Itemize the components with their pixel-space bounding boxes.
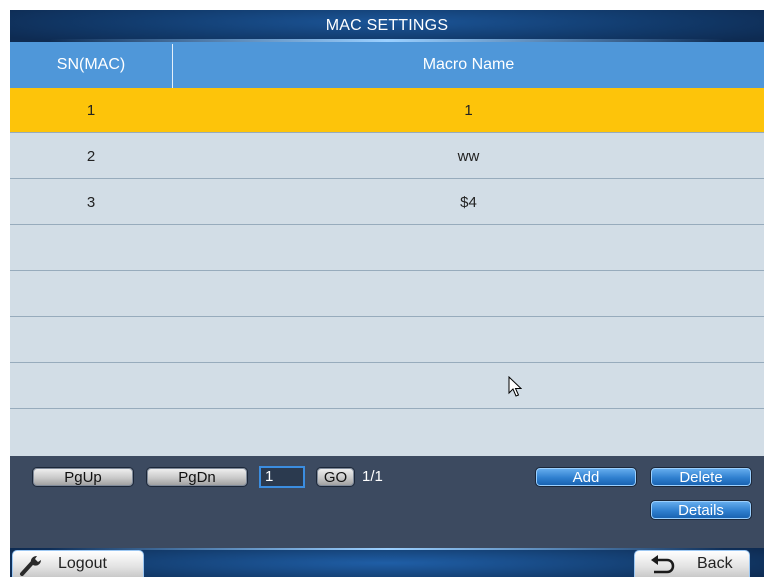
column-header-sn: SN(MAC): [56, 56, 126, 73]
go-button[interactable]: GO: [316, 467, 355, 487]
cell-macro-name: $4: [460, 193, 477, 211]
table-row[interactable]: [10, 318, 764, 363]
page-up-button[interactable]: PgUp: [32, 467, 134, 487]
cell-sn: 3: [86, 193, 96, 211]
cell-sn: [10, 272, 172, 316]
cell-macro-name: [173, 272, 764, 316]
page-indicator: 1/1: [362, 468, 383, 485]
table-row[interactable]: [10, 272, 764, 317]
cell-macro-name: [173, 226, 764, 270]
cell-sn: [10, 364, 172, 408]
cell-sn: [10, 226, 172, 270]
title-bar: MAC SETTINGS: [10, 10, 764, 42]
column-header-macro-name: Macro Name: [422, 56, 515, 73]
table-row[interactable]: 2 ww: [10, 134, 764, 179]
footer-bar: Logout Back: [10, 548, 764, 577]
back-button[interactable]: Back: [634, 550, 750, 577]
table-row[interactable]: [10, 410, 764, 455]
cell-sn: [10, 410, 172, 455]
page-number-input[interactable]: 1: [259, 466, 305, 488]
cell-sn: 2: [86, 147, 96, 165]
command-panel: PgUp PgDn 1 GO 1/1 Add Delete Details: [10, 456, 764, 548]
delete-button[interactable]: Delete: [650, 467, 752, 487]
return-arrow-icon: [649, 555, 675, 575]
table-row[interactable]: [10, 226, 764, 271]
table-header: SN(MAC) Macro Name: [10, 42, 764, 88]
details-button[interactable]: Details: [650, 500, 752, 520]
tool-icon: [19, 554, 43, 576]
add-button[interactable]: Add: [535, 467, 637, 487]
cell-macro-name: [173, 410, 764, 455]
table-row[interactable]: 3 $4: [10, 180, 764, 225]
table-row[interactable]: 1 1: [10, 88, 764, 133]
page-title: MAC SETTINGS: [325, 17, 449, 34]
logout-label: Logout: [58, 555, 107, 572]
cell-macro-name: ww: [457, 147, 480, 165]
logout-button[interactable]: Logout: [12, 550, 144, 577]
back-label: Back: [697, 555, 733, 572]
mac-settings-window: MAC SETTINGS SN(MAC) Macro Name 1 1 2 ww…: [0, 0, 764, 577]
table-row[interactable]: [10, 364, 764, 409]
mouse-pointer-icon: [508, 376, 522, 397]
footer-highlight: [50, 548, 724, 550]
page-down-button[interactable]: PgDn: [146, 467, 248, 487]
cell-macro-name: [173, 318, 764, 362]
macro-table: SN(MAC) Macro Name 1 1 2 ww 3 $4: [10, 42, 764, 456]
cell-sn: [10, 318, 172, 362]
cell-sn: 1: [86, 101, 96, 119]
cell-macro-name: [173, 364, 764, 408]
cell-macro-name: 1: [464, 101, 473, 119]
